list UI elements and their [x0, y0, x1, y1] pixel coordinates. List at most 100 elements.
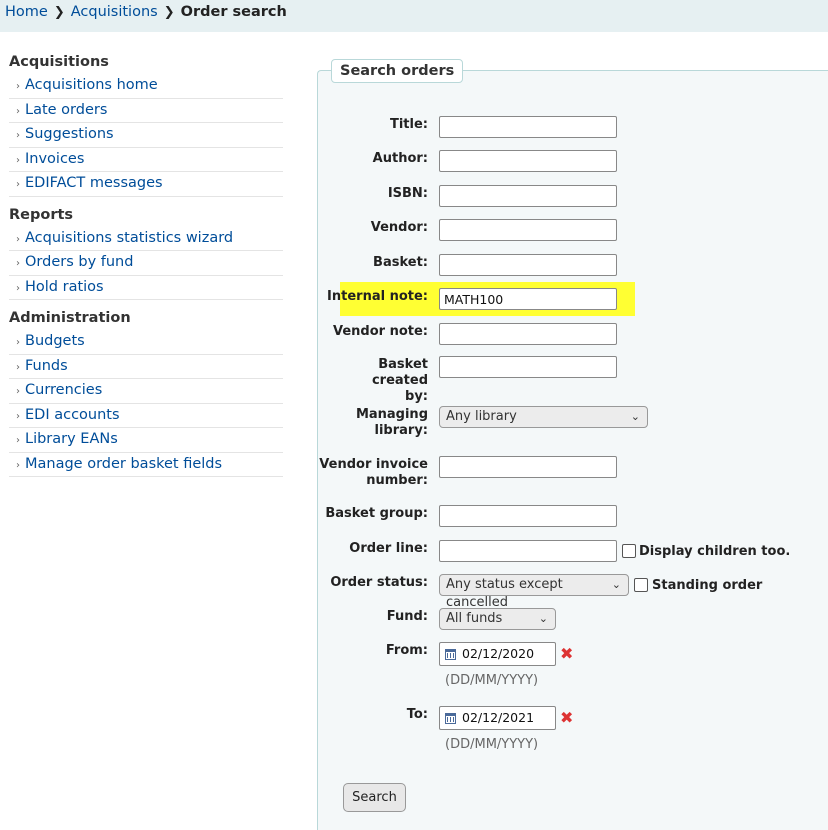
chevron-right-icon: ›	[16, 258, 20, 269]
sidebar-link[interactable]: Late orders	[25, 102, 107, 118]
sidebar-item-orders-by-fund[interactable]: › Orders by fund	[9, 251, 283, 276]
vendor-invoice-input[interactable]	[439, 456, 617, 478]
sidebar-item-basket-fields[interactable]: › Manage order basket fields	[9, 453, 283, 477]
sidebar-item-statistics-wizard[interactable]: › Acquisitions statistics wizard	[9, 227, 283, 251]
vendor-note-label: Vendor note:	[332, 324, 428, 339]
chevron-right-icon: ›	[16, 233, 20, 245]
sidebar-list-reports: › Acquisitions statistics wizard › Orders …	[9, 227, 283, 300]
sidebar-item-funds[interactable]: › Funds	[9, 355, 283, 379]
sidebar-link[interactable]: Manage order basket fields	[25, 456, 222, 472]
sidebar-item-acquisitions-home[interactable]: › Acquisitions home	[9, 74, 283, 99]
sidebar-item-suggestions[interactable]: › Suggestions	[9, 123, 283, 148]
sidebar-item-budgets[interactable]: › Budgets	[9, 330, 283, 355]
calendar-icon[interactable]	[445, 649, 456, 660]
chevron-right-icon: ›	[16, 459, 20, 471]
label-line: Basket created	[371, 357, 428, 388]
sidebar-item-currencies[interactable]: › Currencies	[9, 379, 283, 404]
internal-note-input[interactable]	[439, 288, 617, 310]
sidebar-link[interactable]: Hold ratios	[25, 279, 104, 295]
internal-note-label: Internal note:	[327, 289, 428, 304]
chevron-down-icon: ⌄	[611, 578, 621, 591]
sidebar-item-invoices[interactable]: › Invoices	[9, 148, 283, 172]
basket-group-label: Basket group:	[325, 506, 428, 521]
managing-library-select[interactable]: Any library ⌄	[439, 406, 648, 428]
sidebar-link[interactable]: Budgets	[25, 333, 85, 349]
standing-order-checkbox[interactable]	[634, 578, 648, 592]
basket-created-by-input[interactable]	[439, 356, 617, 378]
chevron-right-icon: ›	[16, 81, 20, 92]
vendor-input[interactable]	[439, 219, 617, 241]
breadcrumb: Home ❯ Acquisitions ❯ Order search	[0, 0, 828, 32]
sidebar-item-late-orders[interactable]: › Late orders	[9, 99, 283, 123]
date-format-hint: (DD/MM/YYYY)	[445, 673, 539, 688]
sidebar-link[interactable]: EDI accounts	[25, 407, 120, 423]
isbn-input[interactable]	[439, 185, 617, 207]
sidebar-link[interactable]: Suggestions	[25, 126, 114, 142]
fieldset-legend: Search orders	[331, 59, 464, 83]
chevron-right-icon: ›	[16, 410, 20, 422]
breadcrumb-current: Order search	[180, 4, 287, 20]
sidebar-link[interactable]: Invoices	[25, 151, 84, 167]
breadcrumb-separator-icon: ❯	[53, 4, 65, 20]
sidebar-list-acquisitions: › Acquisitions home › Late orders › Suggest…	[9, 74, 283, 197]
sidebar-link[interactable]: Library EANs	[25, 431, 118, 447]
title-label: Title:	[389, 117, 428, 132]
author-label: Author:	[372, 151, 428, 166]
fund-label: Fund:	[386, 609, 428, 624]
sidebar-link[interactable]: Acquisitions statistics wizard	[25, 230, 233, 246]
sidebar-link[interactable]: EDIFACT messages	[25, 175, 163, 191]
label-line: number:	[366, 473, 428, 488]
sidebar-heading-acquisitions: Acquisitions	[9, 54, 109, 70]
sidebar-heading-administration: Administration	[9, 310, 131, 326]
author-input[interactable]	[439, 150, 617, 172]
calendar-icon[interactable]	[445, 713, 456, 724]
label-line: Managing	[355, 407, 428, 422]
sidebar-link[interactable]: Orders by fund	[25, 254, 133, 270]
vendor-label: Vendor:	[370, 220, 428, 235]
clear-from-date-icon[interactable]: ✖	[560, 644, 573, 663]
search-button[interactable]: Search	[343, 783, 406, 812]
order-line-label: Order line:	[349, 541, 428, 556]
vendor-invoice-label: Vendor invoice number:	[318, 457, 428, 489]
basket-label: Basket:	[373, 255, 428, 270]
isbn-label: ISBN:	[387, 186, 428, 201]
sidebar-link[interactable]: Currencies	[25, 382, 102, 398]
chevron-right-icon: ›	[16, 386, 20, 397]
title-input[interactable]	[439, 116, 617, 138]
sidebar-nav: Acquisitions › Acquisitions home › Late or…	[9, 52, 283, 485]
from-date-input[interactable]: 02/12/2020	[439, 642, 556, 666]
breadcrumb-home-link[interactable]: Home	[5, 4, 48, 20]
basket-group-input[interactable]	[439, 505, 617, 527]
basket-created-by-label: Basket created by:	[318, 357, 428, 405]
sidebar-link[interactable]: Funds	[25, 358, 68, 374]
chevron-right-icon: ›	[16, 130, 20, 141]
sidebar-item-edifact-messages[interactable]: › EDIFACT messages	[9, 172, 283, 197]
sidebar-item-library-eans[interactable]: › Library EANs	[9, 428, 283, 453]
select-value: All funds	[446, 611, 503, 626]
chevron-down-icon: ⌄	[630, 410, 640, 423]
breadcrumb-acquisitions-link[interactable]: Acquisitions	[71, 4, 158, 20]
managing-library-label: Managing library:	[318, 407, 428, 439]
to-date-input[interactable]: 02/12/2021	[439, 706, 556, 730]
sidebar-item-edi-accounts[interactable]: › EDI accounts	[9, 404, 283, 428]
breadcrumb-separator-icon: ❯	[163, 4, 175, 20]
date-value: 02/12/2021	[462, 710, 535, 725]
vendor-note-input[interactable]	[439, 323, 617, 345]
to-label: To:	[406, 707, 428, 722]
chevron-right-icon: ›	[16, 105, 20, 117]
display-children-checkbox[interactable]	[622, 544, 636, 558]
clear-to-date-icon[interactable]: ✖	[560, 708, 573, 727]
chevron-right-icon: ›	[16, 154, 20, 166]
order-line-input[interactable]	[439, 540, 617, 562]
sidebar-list-administration: › Budgets › Funds › Currencies › EDI account…	[9, 330, 283, 477]
chevron-right-icon: ›	[16, 361, 20, 373]
select-value: Any library	[446, 409, 517, 424]
order-status-select[interactable]: Any status except cancelled ⌄	[439, 574, 629, 610]
sidebar-heading-reports: Reports	[9, 206, 74, 223]
sidebar-link[interactable]: Acquisitions home	[25, 77, 158, 93]
basket-input[interactable]	[439, 254, 617, 276]
sidebar-item-hold-ratios[interactable]: › Hold ratios	[9, 276, 283, 300]
from-label: From:	[385, 643, 428, 658]
standing-order-label: Standing order	[652, 578, 763, 593]
fund-select[interactable]: All funds ⌄	[439, 608, 556, 630]
